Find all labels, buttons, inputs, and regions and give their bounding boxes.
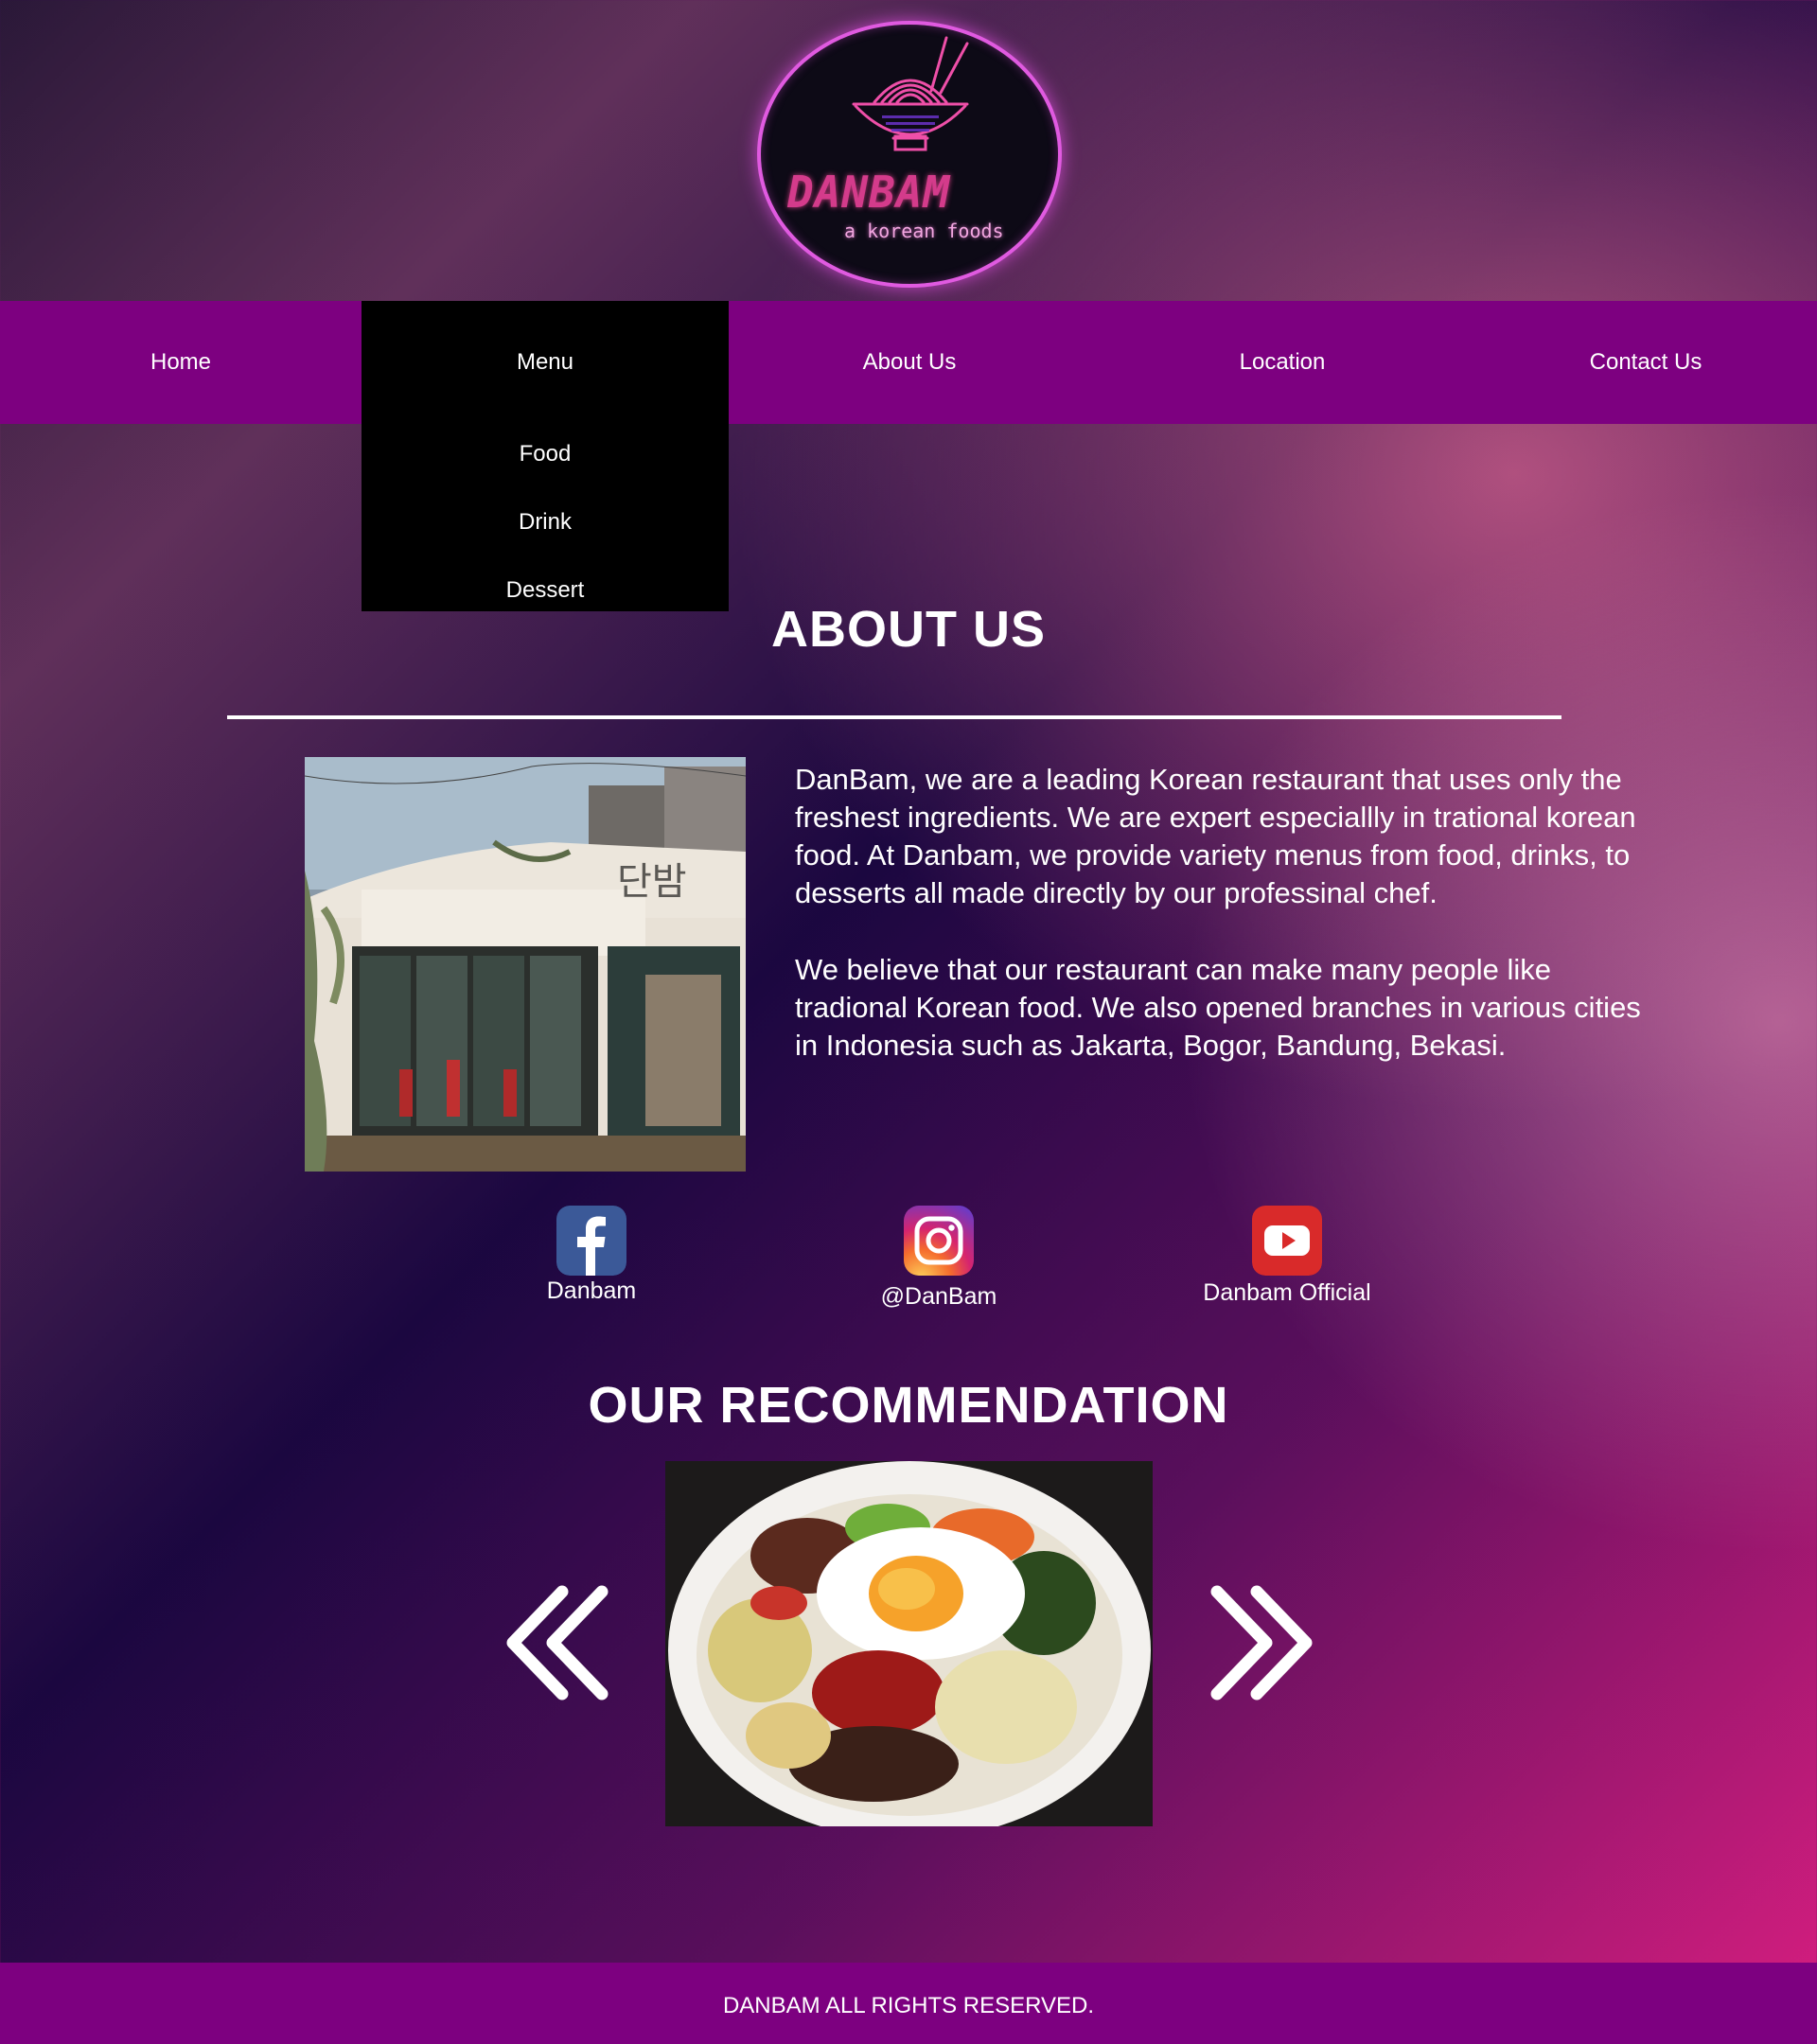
dropdown-item-label: Drink	[518, 509, 572, 535]
instagram-icon	[904, 1206, 974, 1276]
social-instagram-link[interactable]: @DanBam	[825, 1206, 1052, 1311]
brand-tagline: a korean foods	[844, 220, 1004, 242]
nav-item-location[interactable]: Location	[1090, 301, 1474, 424]
nav-item-home[interactable]: Home	[0, 301, 362, 424]
nav-item-label: About Us	[862, 349, 957, 375]
dropdown-item-label: Dessert	[505, 577, 585, 603]
about-us-heading: ABOUT US	[771, 601, 1046, 658]
brand-name: DANBAM	[787, 167, 951, 218]
recommendation-heading: OUR RECOMMENDATION	[588, 1377, 1229, 1434]
carousel-next-button[interactable]	[1200, 1578, 1323, 1711]
social-label: Danbam	[546, 1278, 637, 1304]
social-youtube-link[interactable]: Danbam Official	[1173, 1206, 1401, 1307]
social-label: @DanBam	[880, 1283, 997, 1310]
nav-item-label: Menu	[516, 349, 574, 375]
about-description: DanBam, we are a leading Korean restaura…	[795, 761, 1647, 1103]
nav-item-label: Home	[150, 349, 212, 375]
about-paragraph: DanBam, we are a leading Korean restaura…	[795, 763, 1636, 909]
main-navbar: Home Menu About Us Location Contact Us	[0, 301, 1817, 424]
nav-item-label: Location	[1239, 349, 1326, 375]
facebook-icon	[556, 1206, 626, 1276]
nav-item-contact-us[interactable]: Contact Us	[1474, 301, 1817, 424]
nav-item-label: Contact Us	[1589, 349, 1702, 375]
about-paragraph: We believe that our restaurant can make …	[795, 953, 1641, 1062]
storefront-photo: 단밤	[305, 757, 746, 1172]
chevron-double-right-icon	[1210, 1585, 1313, 1700]
chevron-double-left-icon	[506, 1585, 609, 1700]
noodle-bowl-icon	[852, 36, 969, 151]
danbam-logo[interactable]: DANBAM a korean foods	[757, 21, 1062, 288]
section-divider	[227, 715, 1561, 719]
header: DANBAM a korean foods	[0, 0, 1817, 301]
storefront-sign: 단밤	[617, 860, 687, 904]
footer-copyright: DANBAM ALL RIGHTS RESERVED.	[722, 1993, 1095, 2018]
social-facebook-link[interactable]: Danbam	[478, 1206, 705, 1305]
carousel-prev-button[interactable]	[496, 1578, 619, 1711]
youtube-icon	[1252, 1206, 1322, 1276]
dropdown-item-food[interactable]: Food	[362, 426, 729, 483]
social-label: Danbam Official	[1203, 1279, 1371, 1306]
recommendation-photo	[665, 1461, 1153, 1826]
menu-dropdown: Food Drink Dessert	[362, 424, 729, 611]
dropdown-item-drink[interactable]: Drink	[362, 494, 729, 551]
nav-item-menu[interactable]: Menu	[362, 301, 729, 424]
dropdown-item-label: Food	[519, 441, 572, 467]
nav-item-about-us[interactable]: About Us	[729, 301, 1090, 424]
footer: DANBAM ALL RIGHTS RESERVED.	[0, 1963, 1817, 2044]
